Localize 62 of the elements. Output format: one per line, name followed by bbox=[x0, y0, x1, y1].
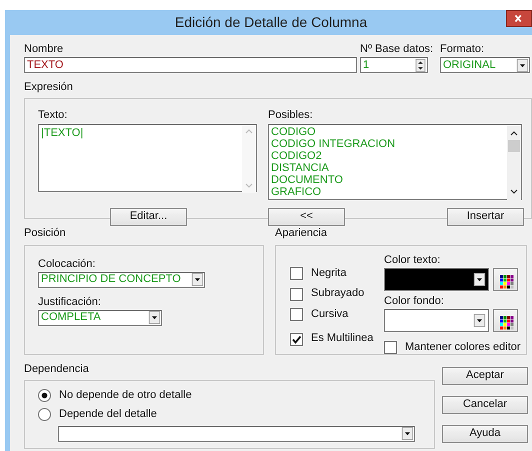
button[interactable]: Editar... bbox=[110, 208, 187, 226]
checkbox-label[interactable]: Es Multilinea bbox=[311, 332, 374, 346]
checkbox-label[interactable]: Cursiva bbox=[311, 308, 348, 321]
color-select[interactable] bbox=[384, 308, 490, 332]
close-icon[interactable] bbox=[506, 10, 532, 27]
radio-label[interactable]: Depende del detalle bbox=[59, 408, 157, 421]
button[interactable]: Insertar bbox=[447, 208, 524, 226]
caret-icon[interactable] bbox=[516, 58, 529, 72]
field-label: Nombre bbox=[24, 43, 64, 56]
list-item[interactable]: DISTANCIA bbox=[271, 162, 329, 174]
field-label: Nº Base datos: bbox=[360, 43, 434, 56]
checkbox[interactable] bbox=[290, 288, 303, 300]
checkbox[interactable] bbox=[290, 267, 303, 280]
button[interactable]: << bbox=[268, 208, 345, 226]
checkbox[interactable] bbox=[290, 308, 303, 321]
radio-button[interactable] bbox=[38, 408, 51, 421]
field-label: Colocación: bbox=[38, 258, 96, 271]
button[interactable]: Cancelar bbox=[442, 396, 528, 414]
checkbox-label[interactable]: Mantener colores editor bbox=[405, 340, 521, 354]
list-item[interactable]: CODIGO INTEGRACION bbox=[271, 138, 396, 150]
section-title: Apariencia bbox=[275, 227, 328, 241]
radio-button[interactable] bbox=[38, 388, 51, 402]
palette-button[interactable] bbox=[493, 308, 518, 332]
list-item[interactable]: CODIGO2 bbox=[271, 150, 322, 162]
section-title: Expresión bbox=[24, 81, 74, 94]
caret-icon[interactable] bbox=[191, 273, 204, 286]
list-item[interactable]: CODIGO bbox=[271, 126, 316, 138]
scrollbar[interactable] bbox=[507, 126, 521, 200]
detail-select[interactable] bbox=[58, 426, 415, 442]
palette-button[interactable] bbox=[493, 268, 518, 291]
field-label: Posibles: bbox=[268, 109, 314, 123]
checkbox-label[interactable]: Subrayado bbox=[311, 287, 364, 301]
placement-select[interactable]: PRINCIPIO DE CONCEPTO bbox=[38, 272, 205, 288]
format-select[interactable]: ORIGINAL bbox=[440, 57, 530, 74]
list-box[interactable]: CODIGO CODIGO INTEGRACION CODIGO2 DISTANCIA DOCUMENTO GRAFICO bbox=[268, 124, 522, 200]
radio-label[interactable]: No depende de otro detalle bbox=[59, 388, 192, 402]
field-label: Formato: bbox=[440, 43, 486, 56]
section-title: Posición bbox=[24, 227, 67, 241]
window-title: Edición de Detalle de Columna bbox=[174, 14, 368, 31]
justification-select[interactable]: COMPLETA bbox=[38, 310, 162, 326]
field-label: Justificación: bbox=[38, 296, 102, 309]
field-label: Texto: bbox=[38, 109, 68, 123]
list-item[interactable]: GRAFICO bbox=[271, 186, 322, 198]
text-area[interactable]: |TEXTO| bbox=[38, 124, 257, 192]
spin-arrows-icon[interactable] bbox=[414, 58, 427, 72]
spin-field[interactable]: 1 bbox=[360, 57, 428, 74]
button[interactable]: Ayuda bbox=[442, 424, 528, 443]
button[interactable]: Aceptar bbox=[442, 366, 528, 385]
checkbox-label[interactable]: Negrita bbox=[311, 267, 346, 280]
field-label: Color texto: bbox=[384, 254, 442, 267]
caret-icon[interactable] bbox=[473, 314, 486, 327]
caret-icon[interactable] bbox=[401, 427, 414, 440]
caret-icon[interactable] bbox=[148, 311, 161, 324]
field-label: Color fondo: bbox=[384, 294, 445, 308]
name-field[interactable]: TEXTO bbox=[24, 57, 357, 74]
color-select[interactable] bbox=[384, 268, 490, 291]
checkbox[interactable] bbox=[384, 341, 398, 354]
scrollbar[interactable] bbox=[242, 124, 256, 193]
caret-icon[interactable] bbox=[473, 272, 486, 286]
list-item[interactable]: DOCUMENTO bbox=[271, 174, 343, 186]
section-title: Dependencia bbox=[24, 362, 90, 376]
checkbox[interactable] bbox=[290, 332, 303, 346]
